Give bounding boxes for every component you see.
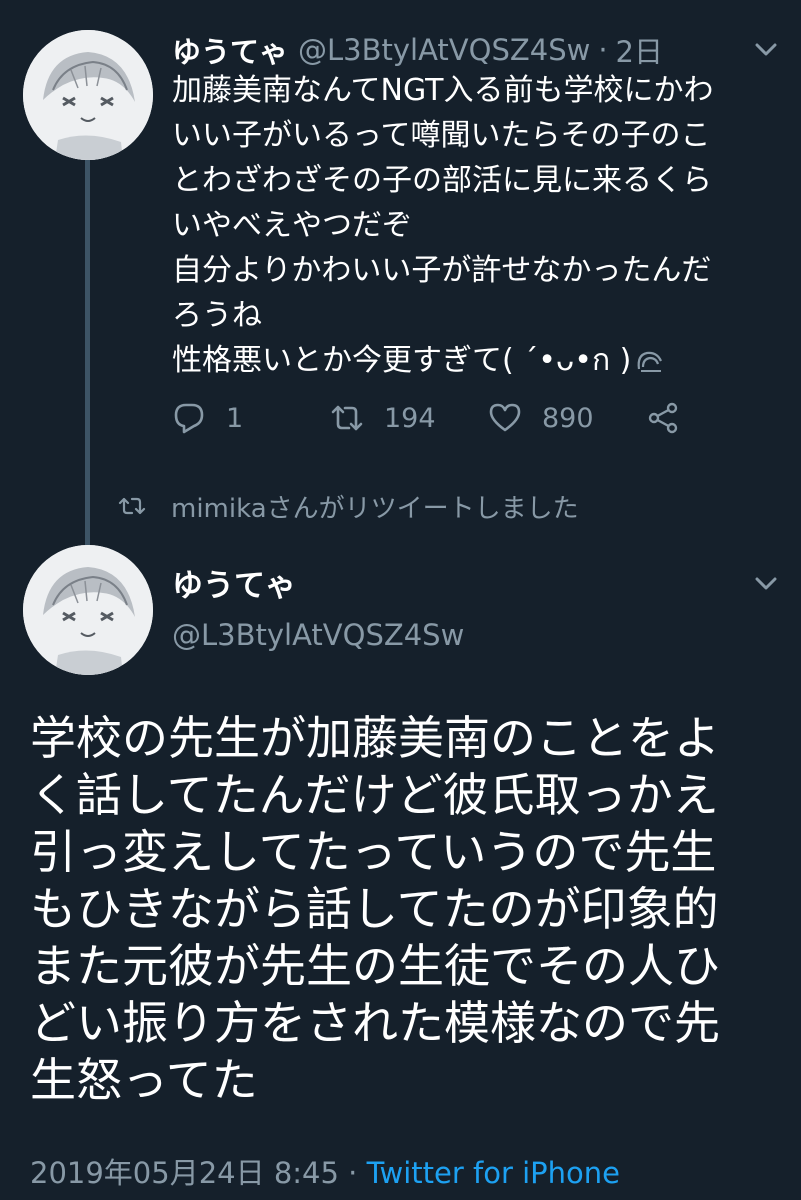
retweeted-by-banner[interactable]: mimikaさんがリツイートしました [118, 488, 579, 524]
tweet-text-line: 学校の先生が加藤美南のことをよ [30, 711, 720, 765]
more-options-button[interactable] [752, 574, 780, 594]
tweet-text-line-content: 性格悪いとか今更すぎて( ˊ•ᴗ•ก ) [172, 343, 632, 378]
tweet-text-line-last: 性格悪いとか今更すぎて( ˊ•ᴗ•ก ) [172, 338, 787, 383]
client-link[interactable]: Twitter for iPhone [367, 1156, 620, 1190]
tweet-time[interactable]: 2日 [616, 29, 663, 71]
tweet-text-line: く話してたんだけど彼氏取っかえ [30, 768, 719, 822]
tweet-text-line: とわざわざその子の部活に見に来るくら [172, 163, 712, 198]
user-handle[interactable]: @L3BtylAtVQSZ4Sw [298, 33, 590, 67]
separator-dot: · [598, 33, 608, 67]
avatar[interactable] [23, 545, 153, 675]
tweet-text-line: 引っ変えしてたっていうので先生 [30, 825, 717, 879]
tweet-text-line: どい振り方をされた模様なので先 [30, 996, 720, 1050]
avatar-image-icon [23, 545, 153, 675]
user-handle[interactable]: @L3BtylAtVQSZ4Sw [172, 618, 464, 652]
retweet-count: 194 [384, 402, 436, 434]
tweet-timestamp: 2019年05月24日 8:45 [30, 1156, 339, 1190]
share-button[interactable] [646, 395, 680, 441]
like-count: 890 [542, 402, 594, 434]
retweet-icon [331, 405, 363, 431]
tweet-footer: 2019年05月24日 8:45 · Twitter for iPhone [30, 1150, 620, 1192]
separator-dot: · [348, 1156, 358, 1190]
tweet-text-line: 加藤美南なんてNGT入る前も学校にかわ [172, 73, 714, 108]
reply-icon [174, 403, 204, 434]
tweet-text-line: いい子がいるって噂聞いたらその子のこ [172, 118, 711, 153]
retweet-button[interactable]: 194 [330, 395, 436, 441]
like-button[interactable]: 890 [488, 395, 594, 441]
tweet-text-line: もひきながら話してたのが印象的 [30, 882, 719, 936]
reply-count: 1 [226, 402, 244, 434]
tweet-header: ゆうてゃ @L3BtylAtVQSZ4Sw · 2日 [172, 30, 663, 70]
chevron-down-icon [755, 43, 777, 56]
more-options-button[interactable] [752, 40, 780, 60]
tweet-text-line: また元彼が先生の生徒でその人ひ [30, 939, 720, 993]
tweet-text-line: いやべえやつだぞ [172, 208, 412, 243]
reply-button[interactable]: 1 [172, 395, 243, 441]
chevron-down-icon [755, 577, 777, 590]
tweet-actions: 1 194 890 [172, 395, 732, 441]
share-icon [648, 402, 678, 434]
tweet-text: 学校の先生が加藤美南のことをよ く話してたんだけど彼氏取っかえ 引っ変えしてたっ… [30, 710, 790, 1109]
thread-connector-line [85, 158, 90, 546]
tweet-text-line: 自分よりかわいい子が許せなかったんだ [172, 253, 712, 288]
tweet-text-line: 生怒ってた [30, 1053, 258, 1107]
avatar[interactable] [23, 30, 153, 160]
heart-icon [489, 403, 521, 432]
retweet-small-icon [118, 497, 146, 515]
avatar-image-icon [23, 30, 153, 160]
tweet-text-line: ろうね [172, 298, 262, 333]
retweeted-by-text: mimikaさんがリツイートしました [171, 493, 579, 524]
sweat-drip-icon [635, 347, 665, 373]
display-name[interactable]: ゆうてゃ [172, 560, 296, 605]
display-name[interactable]: ゆうてゃ [172, 29, 288, 71]
tweet-text: 加藤美南なんてNGT入る前も学校にかわ いい子がいるって噂聞いたらその子のこ と… [172, 68, 787, 383]
